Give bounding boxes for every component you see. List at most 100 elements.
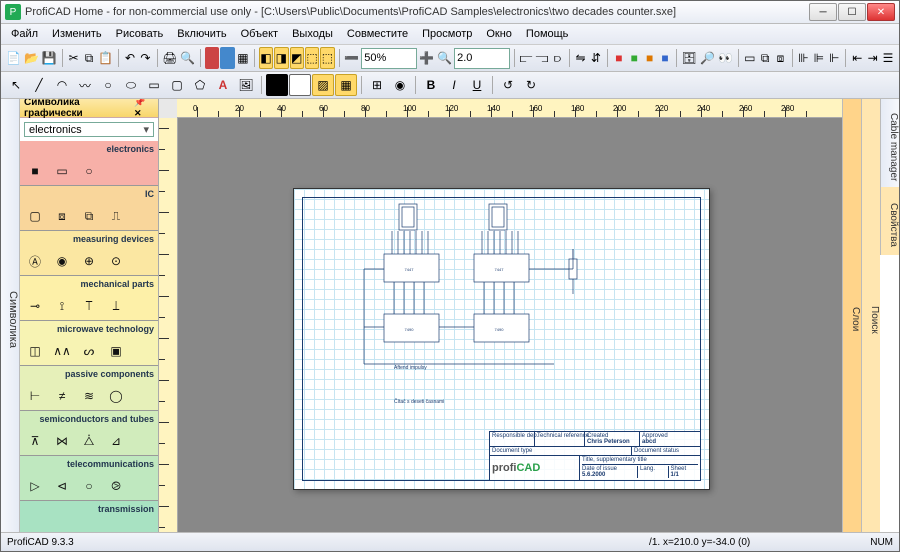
- maximize-button[interactable]: ☐: [838, 3, 866, 21]
- symbol-icon[interactable]: ⋈: [53, 434, 71, 448]
- pattern-icon[interactable]: ▦: [335, 74, 357, 96]
- symbol-icon[interactable]: ᔕ: [80, 344, 98, 358]
- circle-icon[interactable]: ○: [97, 74, 119, 96]
- symbol-icon[interactable]: ■: [26, 164, 44, 178]
- left-tab-symbols[interactable]: Символика: [1, 99, 20, 532]
- arc-icon[interactable]: ◠: [51, 74, 73, 96]
- symbol-icon[interactable]: ◉: [53, 254, 71, 268]
- obj2-icon[interactable]: ■: [627, 47, 641, 69]
- line-icon[interactable]: ╱: [28, 74, 50, 96]
- grid-icon[interactable]: ▦: [236, 47, 250, 69]
- preview-icon[interactable]: 🔍: [179, 47, 196, 69]
- ungroup-icon[interactable]: ⧈: [773, 47, 787, 69]
- snap-icon[interactable]: ⊞: [366, 74, 388, 96]
- zoom-in-icon[interactable]: ➕: [418, 47, 435, 69]
- ellipse-icon[interactable]: ⬭: [120, 74, 142, 96]
- symbol-icon[interactable]: ⟙: [80, 299, 98, 313]
- menu-outputs[interactable]: Выходы: [286, 26, 339, 42]
- color2-icon[interactable]: [220, 47, 234, 69]
- cut-icon[interactable]: ✂: [66, 47, 80, 69]
- menu-insert[interactable]: Включить: [171, 26, 232, 42]
- category-transmission[interactable]: transmission: [20, 501, 158, 517]
- category-semiconductors-and-tubes[interactable]: semiconductors and tubes: [20, 411, 158, 427]
- dist-v-icon[interactable]: ⇥: [865, 47, 879, 69]
- align-left-icon[interactable]: ⫍: [519, 47, 534, 69]
- tool-c[interactable]: ◩: [290, 47, 304, 69]
- menu-help[interactable]: Помощь: [520, 26, 575, 42]
- right-tab-props[interactable]: Свойства: [880, 187, 899, 255]
- menu-draw[interactable]: Рисовать: [110, 26, 170, 42]
- zoom-input[interactable]: [361, 48, 417, 69]
- library-select[interactable]: electronics: [24, 122, 154, 137]
- polyline-icon[interactable]: 〰: [74, 74, 96, 96]
- underline-icon[interactable]: U: [466, 74, 488, 96]
- symbol-icon[interactable]: ▢: [26, 209, 44, 223]
- zoom-fit-icon[interactable]: 🔍: [436, 47, 453, 69]
- symbol-icon[interactable]: ◯: [107, 389, 125, 403]
- node-icon[interactable]: ◉: [389, 74, 411, 96]
- tool-d[interactable]: ⬚: [305, 47, 319, 69]
- rect2-icon[interactable]: ▭: [143, 74, 165, 96]
- redo-icon[interactable]: ↷: [138, 47, 152, 69]
- zoom-out-icon[interactable]: ➖: [343, 47, 360, 69]
- align3-icon[interactable]: ⊫: [812, 47, 826, 69]
- layer-icon[interactable]: ☰: [881, 47, 895, 69]
- linewidth-input[interactable]: [454, 48, 510, 69]
- symbol-icon[interactable]: ≠: [53, 389, 71, 403]
- category-mechanical-parts[interactable]: mechanical parts: [20, 276, 158, 292]
- symbol-icon[interactable]: ⊼: [26, 434, 44, 448]
- menu-edit[interactable]: Изменить: [46, 26, 108, 42]
- symbol-icon[interactable]: ◫: [26, 344, 44, 358]
- symbol-icon[interactable]: ⊿: [107, 434, 125, 448]
- menu-align[interactable]: Совместите: [341, 26, 414, 42]
- fill1-icon[interactable]: [266, 74, 288, 96]
- menu-window[interactable]: Окно: [480, 26, 518, 42]
- open-icon[interactable]: 📂: [23, 47, 40, 69]
- symbol-icon[interactable]: ⊲: [53, 479, 71, 493]
- symbol-icon[interactable]: ⧁: [107, 479, 125, 493]
- tool-a[interactable]: ◧: [259, 47, 273, 69]
- right-tab-layers[interactable]: Слои: [842, 99, 861, 532]
- right-tab-cable[interactable]: Cable manager: [880, 99, 899, 187]
- category-telecommunications[interactable]: telecommunications: [20, 456, 158, 472]
- rotate-r-icon[interactable]: ↻: [520, 74, 542, 96]
- drawing-canvas[interactable]: 7447 7447 7490 7490 Aftend impulsy Čítač…: [178, 118, 842, 532]
- align2-icon[interactable]: ⊪: [796, 47, 810, 69]
- right-tab-search[interactable]: Поиск: [861, 99, 880, 532]
- category-IC[interactable]: IC: [20, 186, 158, 202]
- copy-icon[interactable]: ⧉: [82, 47, 96, 69]
- category-microwave-technology[interactable]: microwave technology: [20, 321, 158, 337]
- poly-icon[interactable]: ⬠: [189, 74, 211, 96]
- rect-icon[interactable]: ▭: [743, 47, 757, 69]
- symbol-icon[interactable]: ⟘: [107, 299, 125, 313]
- symbol-icon[interactable]: Ⓐ: [26, 254, 44, 268]
- menu-view[interactable]: Просмотр: [416, 26, 478, 42]
- save-icon[interactable]: 💾: [41, 47, 58, 69]
- menu-file[interactable]: Файл: [5, 26, 44, 42]
- search2-icon[interactable]: 🔎: [699, 47, 716, 69]
- new-icon[interactable]: 📄: [5, 47, 22, 69]
- symbol-icon[interactable]: ▭: [53, 164, 71, 178]
- align-right-icon[interactable]: ⫐: [550, 47, 564, 69]
- database-icon[interactable]: 🗄: [681, 47, 698, 69]
- align-center-icon[interactable]: ⫎: [535, 47, 550, 69]
- dist-h-icon[interactable]: ⇤: [850, 47, 864, 69]
- pointer-icon[interactable]: ↖: [5, 74, 27, 96]
- tool-b[interactable]: ◨: [274, 47, 288, 69]
- rrect-icon[interactable]: ▢: [166, 74, 188, 96]
- symbol-icon[interactable]: ▷: [26, 479, 44, 493]
- print-icon[interactable]: 🖨: [161, 47, 178, 69]
- symbol-icon[interactable]: ⧊: [80, 434, 98, 448]
- italic-icon[interactable]: I: [443, 74, 465, 96]
- close-button[interactable]: ✕: [867, 3, 895, 21]
- obj3-icon[interactable]: ■: [642, 47, 656, 69]
- symbol-icon[interactable]: ○: [80, 164, 98, 178]
- symbol-icon[interactable]: ⟟: [53, 299, 71, 313]
- flip-v-icon[interactable]: ⇵: [589, 47, 603, 69]
- symbol-icon[interactable]: ▣: [107, 344, 125, 358]
- symbol-icon[interactable]: ⊢: [26, 389, 44, 403]
- undo-icon[interactable]: ↶: [123, 47, 137, 69]
- hatch-icon[interactable]: ▨: [312, 74, 334, 96]
- symbol-icon[interactable]: ∧∧: [53, 344, 71, 358]
- symbol-icon[interactable]: ⊕: [80, 254, 98, 268]
